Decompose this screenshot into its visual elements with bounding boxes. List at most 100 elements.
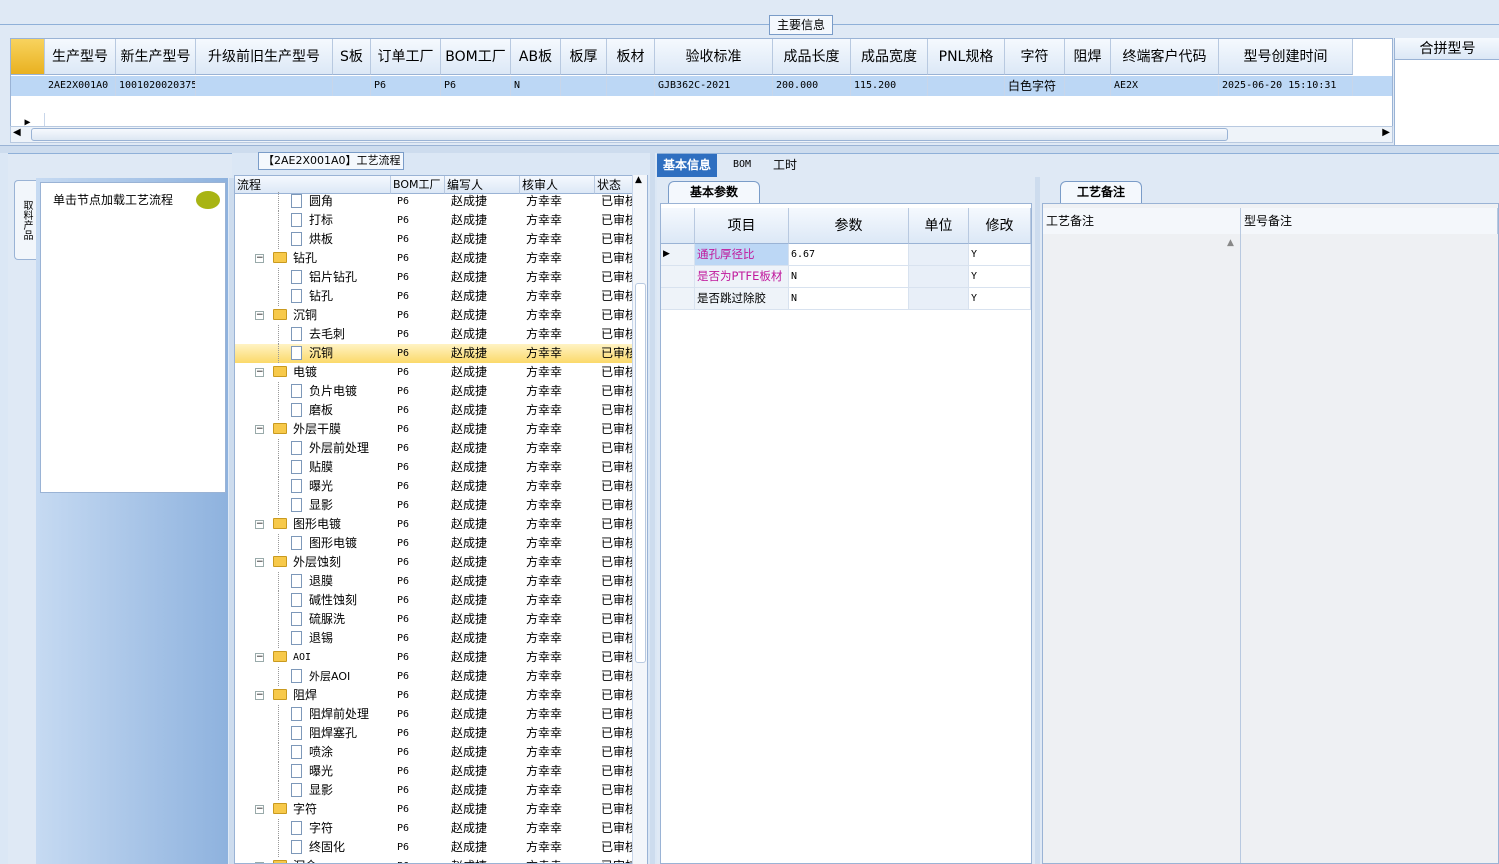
collapse-icon[interactable]: − bbox=[255, 520, 264, 529]
table-cell[interactable]: 10010200203752 bbox=[116, 76, 196, 96]
col-header[interactable]: 终端客户代码 bbox=[1111, 39, 1219, 75]
tree-node[interactable]: − 钻孔 P6 赵成捷 方幸幸 已审核 bbox=[235, 249, 635, 268]
table-row[interactable]: 是否跳过除胶 N Y bbox=[661, 288, 1031, 310]
col-modify[interactable]: 修改 bbox=[969, 208, 1031, 244]
vertical-tab[interactable]: 取料产品 bbox=[14, 180, 36, 260]
horizontal-scrollbar[interactable]: ◀ ▶ bbox=[10, 126, 1393, 143]
col-header[interactable]: S板 bbox=[333, 39, 371, 75]
table-cell[interactable] bbox=[1065, 76, 1111, 96]
col-header[interactable]: 订单工厂 bbox=[371, 39, 441, 75]
col-item[interactable]: 项目 bbox=[695, 208, 789, 244]
tree-node[interactable]: − 图形电镀 P6 赵成捷 方幸幸 已审核 bbox=[235, 515, 635, 534]
col-header[interactable]: AB板 bbox=[511, 39, 561, 75]
col-header[interactable]: 验收标准 bbox=[655, 39, 773, 75]
tree-node[interactable]: 铝片钻孔 P6 赵成捷 方幸幸 已审核 bbox=[235, 268, 635, 287]
load-process-box[interactable]: 单击节点加载工艺流程 bbox=[40, 182, 226, 493]
table-cell[interactable]: 115.200 bbox=[851, 76, 928, 96]
vertical-splitter[interactable] bbox=[650, 153, 655, 864]
tree-node[interactable]: − 外层蚀刻 P6 赵成捷 方幸幸 已审核 bbox=[235, 553, 635, 572]
tree-node[interactable]: 退膜 P6 赵成捷 方幸幸 已审核 bbox=[235, 572, 635, 591]
table-cell[interactable]: 200.000 bbox=[773, 76, 851, 96]
process-remark-tab[interactable]: 工艺备注 bbox=[1060, 181, 1142, 203]
tree-scrollbar[interactable]: ▲ bbox=[632, 175, 647, 864]
collapse-icon[interactable]: − bbox=[255, 368, 264, 377]
tree-node[interactable]: − 电镀 P6 赵成捷 方幸幸 已审核 bbox=[235, 363, 635, 382]
table-cell[interactable] bbox=[196, 76, 333, 96]
col-header[interactable]: 型号创建时间 bbox=[1219, 39, 1353, 75]
table-row[interactable]: ▶ 2AE2X001A0 10010200203752 P6 P6 N GJB362C-2… bbox=[11, 76, 1392, 133]
cell-unit[interactable] bbox=[909, 288, 969, 309]
tree-node[interactable]: 打标 P6 赵成捷 方幸幸 已审核 bbox=[235, 211, 635, 230]
basic-params-grid[interactable]: 项目 参数 单位 修改 ▶ 通孔厚径比 6.67 Y 是否为PTFE板材 N Y 是否跳过除胶… bbox=[660, 203, 1032, 864]
tree-node[interactable]: 碱性蚀刻 P6 赵成捷 方幸幸 已审核 bbox=[235, 591, 635, 610]
model-remark-field[interactable] bbox=[1241, 234, 1498, 863]
tree-node[interactable]: 字符 P6 赵成捷 方幸幸 已审核 bbox=[235, 819, 635, 838]
cell-modify[interactable]: Y bbox=[969, 288, 1031, 309]
table-cell[interactable]: AE2X bbox=[1111, 76, 1219, 96]
scroll-thumb[interactable] bbox=[31, 128, 1228, 141]
table-row[interactable]: ▶ 通孔厚径比 6.67 Y bbox=[661, 244, 1031, 266]
scroll-up-icon[interactable]: ▲ bbox=[1227, 238, 1234, 248]
tree-node[interactable]: 阻焊前处理 P6 赵成捷 方幸幸 已审核 bbox=[235, 705, 635, 724]
scroll-thumb[interactable] bbox=[635, 283, 646, 663]
col-header[interactable]: 生产型号 bbox=[45, 39, 116, 75]
col-header[interactable]: 升级前旧生产型号 bbox=[196, 39, 333, 75]
col-header[interactable]: 板材 bbox=[607, 39, 655, 75]
tree-node[interactable]: 负片电镀 P6 赵成捷 方幸幸 已审核 bbox=[235, 382, 635, 401]
tree-node[interactable]: − 字符 P6 赵成捷 方幸幸 已审核 bbox=[235, 800, 635, 819]
tree-node[interactable]: 显影 P6 赵成捷 方幸幸 已审核 bbox=[235, 496, 635, 515]
tab-bom[interactable]: BOM bbox=[727, 154, 757, 178]
cell-value[interactable]: N bbox=[789, 266, 909, 287]
table-cell[interactable] bbox=[928, 76, 1005, 96]
cell-unit[interactable] bbox=[909, 266, 969, 287]
table-cell[interactable] bbox=[561, 76, 607, 96]
scroll-up-icon[interactable]: ▲ bbox=[635, 175, 642, 185]
col-header[interactable]: 板厚 bbox=[561, 39, 607, 75]
tree-node[interactable]: 圆角 P6 赵成捷 方幸幸 已审核 bbox=[235, 192, 635, 211]
tree-node[interactable]: 外层前处理 P6 赵成捷 方幸幸 已审核 bbox=[235, 439, 635, 458]
table-cell[interactable]: 2AE2X001A0 bbox=[45, 76, 116, 96]
collapse-icon[interactable]: − bbox=[255, 558, 264, 567]
scroll-left-icon[interactable]: ◀ bbox=[13, 127, 21, 138]
tree-node[interactable]: 磨板 P6 赵成捷 方幸幸 已审核 bbox=[235, 401, 635, 420]
grid-corner[interactable] bbox=[661, 208, 695, 244]
cell-value[interactable]: 6.67 bbox=[789, 244, 909, 265]
table-cell[interactable]: 2025-06-20 15:10:31 bbox=[1219, 76, 1353, 96]
collapse-icon[interactable]: − bbox=[255, 805, 264, 814]
tree-node[interactable]: 外层AOI P6 赵成捷 方幸幸 已审核 bbox=[235, 667, 635, 686]
main-info-grid[interactable]: 生产型号 新生产型号 升级前旧生产型号 S板 订单工厂 BOM工厂 AB板 板厚 板材 验收标准成… bbox=[10, 38, 1393, 133]
tree-node[interactable]: 钻孔 P6 赵成捷 方幸幸 已审核 bbox=[235, 287, 635, 306]
table-cell[interactable]: P6 bbox=[441, 76, 511, 96]
col-header[interactable]: 阻焊 bbox=[1065, 39, 1111, 75]
tree-node[interactable]: 退锡 P6 赵成捷 方幸幸 已审核 bbox=[235, 629, 635, 648]
tree-node[interactable]: 阻焊塞孔 P6 赵成捷 方幸幸 已审核 bbox=[235, 724, 635, 743]
tree-node[interactable]: 烘板 P6 赵成捷 方幸幸 已审核 bbox=[235, 230, 635, 249]
collapse-icon[interactable]: − bbox=[255, 425, 264, 434]
tree-node[interactable]: 沉铜 P6 赵成捷 方幸幸 已审核 bbox=[235, 344, 635, 363]
basic-params-tab[interactable]: 基本参数 bbox=[668, 181, 760, 203]
tree-node[interactable]: 贴膜 P6 赵成捷 方幸幸 已审核 bbox=[235, 458, 635, 477]
tree-node[interactable]: 终固化 P6 赵成捷 方幸幸 已审核 bbox=[235, 838, 635, 857]
tree-node[interactable]: 曝光 P6 赵成捷 方幸幸 已审核 bbox=[235, 477, 635, 496]
tree-node[interactable]: 去毛刺 P6 赵成捷 方幸幸 已审核 bbox=[235, 325, 635, 344]
tree-node[interactable]: 曝光 P6 赵成捷 方幸幸 已审核 bbox=[235, 762, 635, 781]
col-unit[interactable]: 单位 bbox=[909, 208, 969, 244]
collapse-icon[interactable]: − bbox=[255, 691, 264, 700]
table-cell[interactable]: N bbox=[511, 76, 561, 96]
process-remark-field[interactable] bbox=[1043, 234, 1241, 863]
col-header[interactable]: 字符 bbox=[1005, 39, 1065, 75]
collapse-icon[interactable]: − bbox=[255, 653, 264, 662]
process-tree[interactable]: 流程 BOM工厂 编写人 核审人 状态 圆角P6赵成捷方幸幸已审核打标P6赵成捷… bbox=[234, 175, 648, 864]
tree-node[interactable]: 图形电镀 P6 赵成捷 方幸幸 已审核 bbox=[235, 534, 635, 553]
tree-node[interactable]: − 阻焊 P6 赵成捷 方幸幸 已审核 bbox=[235, 686, 635, 705]
col-header[interactable]: BOM工厂 bbox=[441, 39, 511, 75]
table-row[interactable]: 是否为PTFE板材 N Y bbox=[661, 266, 1031, 288]
col-header[interactable]: 成品长度 bbox=[773, 39, 851, 75]
tab-work-hours[interactable]: 工时 bbox=[767, 154, 803, 178]
cell-value[interactable]: N bbox=[789, 288, 909, 309]
tree-node[interactable]: 喷涂 P6 赵成捷 方幸幸 已审核 bbox=[235, 743, 635, 762]
table-cell[interactable]: GJB362C-2021 bbox=[655, 76, 773, 96]
col-param[interactable]: 参数 bbox=[789, 208, 909, 244]
col-header[interactable]: 新生产型号 bbox=[116, 39, 196, 75]
tab-basic-info[interactable]: 基本信息 bbox=[657, 154, 718, 178]
